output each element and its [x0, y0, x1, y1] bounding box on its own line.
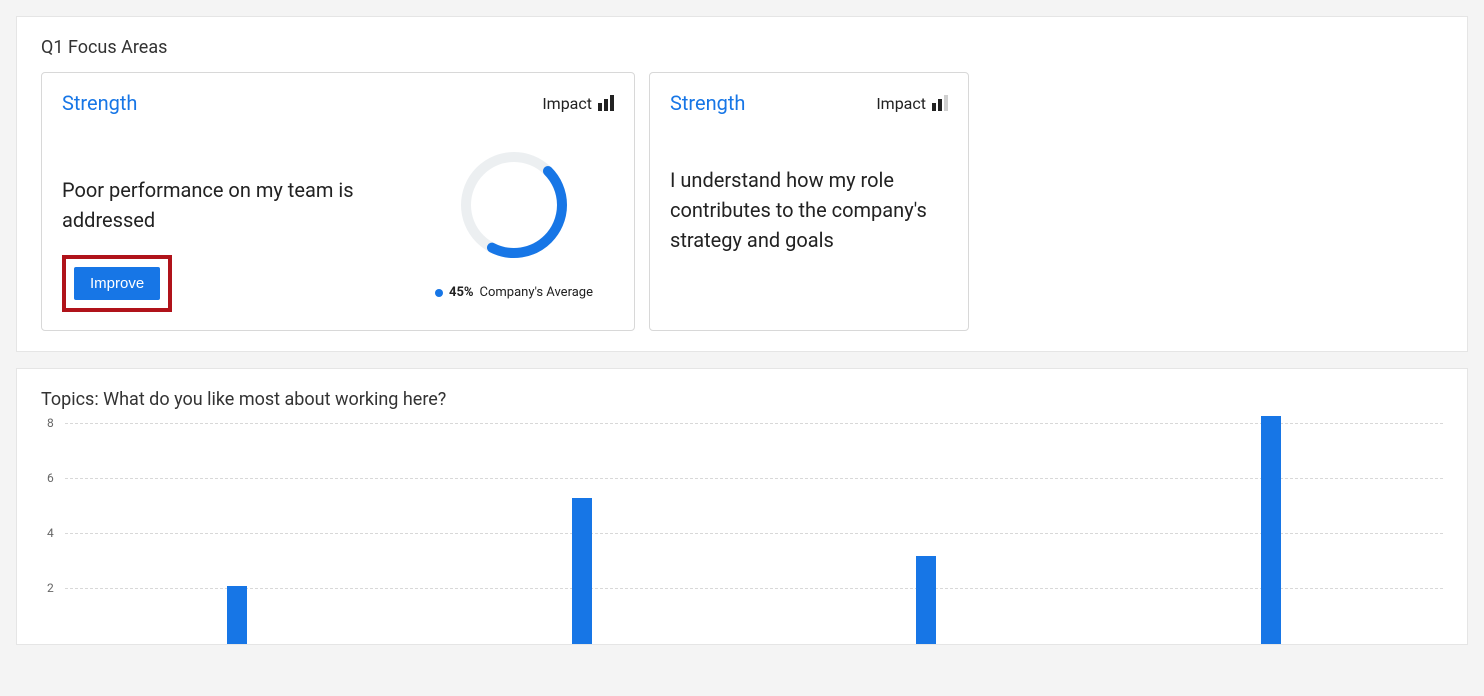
signal-bars-icon [598, 95, 614, 111]
topics-panel: Topics: What do you like most about work… [16, 368, 1468, 645]
focus-statement: Poor performance on my team is addressed [62, 175, 394, 235]
bar[interactable] [1261, 416, 1281, 644]
topics-bar-chart: 2468 [41, 424, 1443, 644]
improve-button[interactable]: Improve [74, 267, 160, 300]
legend-percent: 45% [449, 285, 474, 300]
signal-bars-icon [932, 95, 948, 111]
focus-cards-row: Strength Impact Poor performance on my t… [41, 72, 1443, 331]
impact-label: Impact [542, 94, 592, 113]
donut-legend: 45% Company's Average [435, 285, 593, 300]
bar[interactable] [916, 556, 936, 644]
focus-areas-title: Q1 Focus Areas [41, 37, 1443, 58]
card-body-left: Poor performance on my team is addressed… [62, 175, 414, 312]
focus-areas-panel: Q1 Focus Areas Strength Impact Poor perf… [16, 16, 1468, 352]
y-tick-label: 4 [47, 526, 54, 540]
impact-indicator: Impact [542, 94, 614, 113]
y-tick-label: 8 [47, 416, 54, 430]
y-tick-label: 2 [47, 581, 54, 595]
legend-text: Company's Average [480, 285, 593, 300]
impact-indicator: Impact [876, 94, 948, 113]
card-header: Strength Impact [670, 91, 948, 115]
card-body: Poor performance on my team is addressed… [62, 175, 614, 312]
donut-chart-wrap: 45% Company's Average [414, 145, 614, 312]
donut-chart-icon [454, 145, 574, 265]
bar[interactable] [572, 498, 592, 644]
topics-title: Topics: What do you like most about work… [41, 389, 1443, 410]
impact-label: Impact [876, 94, 926, 113]
improve-highlight-box: Improve [62, 255, 172, 312]
bar[interactable] [227, 586, 247, 644]
focus-statement: I understand how my role contributes to … [670, 165, 948, 255]
strength-link[interactable]: Strength [62, 91, 137, 115]
focus-card-2: Strength Impact I understand how my role… [649, 72, 969, 331]
y-tick-label: 6 [47, 471, 54, 485]
strength-link[interactable]: Strength [670, 91, 745, 115]
bars-layer [65, 424, 1443, 644]
legend-dot-icon [435, 289, 443, 297]
card-header: Strength Impact [62, 91, 614, 115]
focus-card-1: Strength Impact Poor performance on my t… [41, 72, 635, 331]
